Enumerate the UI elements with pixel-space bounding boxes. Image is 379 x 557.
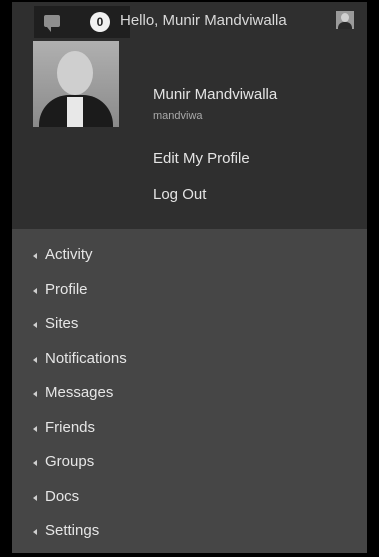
comment-bubble-icon [44,15,60,32]
notifications-button[interactable]: 0 [34,6,130,38]
menu-item-docs[interactable]: Docs [12,480,367,515]
edit-profile-link[interactable]: Edit My Profile [153,150,250,167]
caret-left-icon [33,356,37,363]
caret-left-icon [33,287,37,294]
caret-left-icon [33,529,37,535]
menu-item-label: Sites [45,315,79,332]
caret-left-icon [33,494,37,501]
caret-left-icon [33,322,37,328]
notification-count-badge: 0 [90,12,110,32]
account-dropdown: 0 Hello, Munir Mandviwalla Munir Mandviw… [0,0,379,557]
menu-item-label: Friends [45,418,96,436]
menu-item-label: Groups [45,453,95,470]
account-greeting[interactable]: Hello, Munir Mandviwalla [120,12,287,29]
menu-item-friends[interactable]: Friends [12,411,367,446]
menu-item-settings[interactable]: Settings [12,514,367,549]
menu-item-label: Docs [45,487,80,505]
menu-item-label: Settings [45,522,100,539]
menu-item-messages[interactable]: Messages [12,376,367,411]
menu-item-groups[interactable]: Groups [12,445,367,480]
menu-item-sites[interactable]: Sites [12,307,367,342]
menu-item-label: Messages [45,384,114,401]
menu-item-label: Profile [45,280,88,298]
admin-bar: 0 Hello, Munir Mandviwalla [12,2,367,38]
menu-item-profile[interactable]: Profile [12,273,367,308]
user-avatar-small[interactable] [336,11,354,29]
profile-username: mandviwa [153,110,203,122]
menu-item-label: Activity [45,246,93,263]
caret-left-icon [33,460,37,466]
menu-item-activity[interactable]: Activity [12,238,367,273]
caret-left-icon [33,391,37,397]
account-menu: Activity Profile Sites Notifications Mes… [12,238,367,549]
menu-item-label: Notifications [45,349,127,367]
caret-left-icon [33,425,37,432]
logout-link[interactable]: Log Out [153,186,206,203]
profile-display-name[interactable]: Munir Mandviwalla [153,86,277,103]
menu-item-notifications[interactable]: Notifications [12,342,367,377]
caret-left-icon [33,253,37,259]
user-avatar-large[interactable] [33,41,119,127]
